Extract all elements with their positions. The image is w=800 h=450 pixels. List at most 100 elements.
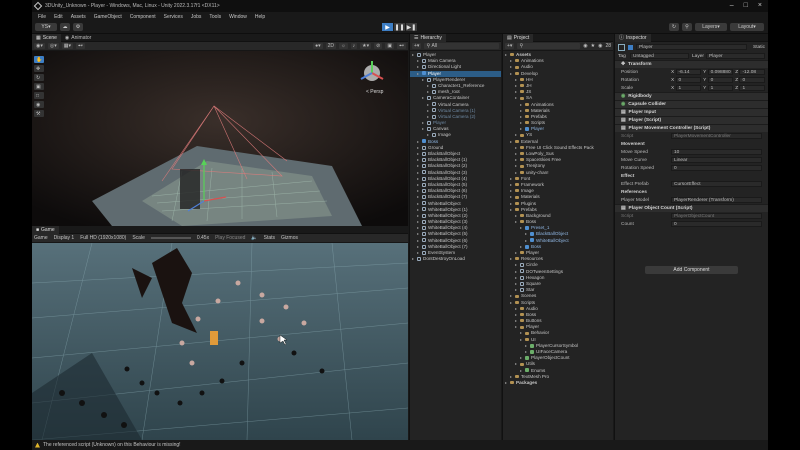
project-search[interactable]: ⚲	[517, 43, 581, 49]
add-component-button[interactable]: Add Component	[645, 266, 738, 274]
layers-dropdown[interactable]: Layers ▾	[695, 23, 727, 31]
folder-icon	[520, 164, 524, 168]
scale-tool-icon[interactable]: ▣	[34, 83, 44, 90]
capsule-collider-header[interactable]: ◉ Capsule Collider	[615, 100, 768, 108]
gizmos-button[interactable]: Gizmos	[281, 235, 298, 241]
menu-assets[interactable]: Assets	[71, 14, 86, 20]
player-model-field[interactable]: PlayerRenderer (Transform)	[671, 197, 762, 203]
close-icon[interactable]: ×	[758, 2, 762, 9]
tag-dropdown[interactable]: Untagged	[630, 53, 689, 59]
object-name-field[interactable]: Player	[636, 44, 747, 50]
minimize-icon[interactable]: –	[730, 2, 734, 9]
player-input-header[interactable]: ▤ Player Input	[615, 108, 768, 116]
tab-project[interactable]: ▤ Project	[503, 34, 534, 42]
rigidbody-header[interactable]: ◉ Rigidbody	[615, 92, 768, 100]
position-x[interactable]: -6.14	[675, 69, 702, 75]
play-button[interactable]: ▶	[382, 23, 393, 31]
menu-edit[interactable]: Edit	[54, 14, 63, 20]
resolution-dropdown[interactable]: Full HD (1920x1080)	[80, 235, 126, 241]
layout-dropdown[interactable]: Layout ▾	[730, 23, 764, 31]
2d-toggle[interactable]: 2D	[325, 43, 337, 49]
scale-y[interactable]: 1	[707, 85, 734, 91]
display-dropdown[interactable]: Display 1	[54, 235, 75, 241]
scale-slider[interactable]	[150, 237, 191, 239]
pause-button[interactable]: ❚❚	[394, 23, 405, 31]
project-item-label: SA	[526, 95, 533, 101]
project-create-button[interactable]: +▾	[505, 43, 515, 49]
tab-scene[interactable]: ▦ Scene	[32, 34, 61, 42]
menu-help[interactable]: Help	[255, 14, 265, 20]
scale-z[interactable]: 1	[739, 85, 765, 91]
view-tool-icon[interactable]: ✋	[34, 56, 44, 63]
tab-animator[interactable]: ◉ Animator	[61, 34, 95, 42]
gameobject-icon	[432, 102, 436, 107]
menu-tools[interactable]: Tools	[209, 14, 221, 20]
move-curve-dropdown[interactable]: Linear	[671, 157, 762, 163]
menu-component[interactable]: Component	[130, 14, 156, 20]
collab-icon[interactable]: ⚙	[73, 23, 83, 31]
rotation-x[interactable]: 0	[675, 77, 702, 83]
scene-viewport[interactable]: < Persp	[32, 51, 408, 226]
custom-tool-icon[interactable]: ⚒	[34, 110, 44, 117]
scene-camera-icon[interactable]: ▣	[385, 43, 395, 49]
game-mode-dropdown[interactable]: Game	[34, 235, 48, 241]
draw-mode-dropdown[interactable]: ●▾	[313, 43, 323, 49]
movement-controller-header[interactable]: ▤ Player Movement Controller (Script)	[615, 124, 768, 132]
player-object-count-header[interactable]: ▤ Player Object Count (Script)	[615, 204, 768, 212]
menu-services[interactable]: Services	[164, 14, 183, 20]
transform-tool-icon[interactable]: ◉	[34, 101, 44, 108]
effects-dropdown[interactable]: ★▾	[360, 43, 372, 49]
persp-label[interactable]: < Persp	[366, 89, 384, 95]
static-toggle[interactable]: Static	[753, 45, 765, 50]
hidden-objects-toggle[interactable]: ⊘	[374, 43, 383, 49]
tab-game[interactable]: ■ Game	[32, 226, 59, 234]
grid-snap-button[interactable]: ▦▾	[61, 43, 73, 49]
gizmos-toggle[interactable]: ⌖▾	[397, 43, 406, 49]
count-field[interactable]: 0	[671, 221, 762, 227]
star-icon[interactable]: ★	[591, 43, 595, 49]
hierarchy-item[interactable]: ▸ DontDestroyOnLoad	[410, 256, 501, 262]
player-script-header[interactable]: ▤ Player (Script)	[615, 116, 768, 124]
menu-gameobject[interactable]: GameObject	[94, 14, 122, 20]
cloud-icon[interactable]: ☁	[60, 23, 70, 31]
scale-x[interactable]: 1	[675, 85, 702, 91]
move-tool-icon[interactable]: ✥	[34, 65, 44, 72]
layer-dropdown[interactable]: Player	[706, 53, 765, 59]
position-z[interactable]: -12.08	[739, 69, 765, 75]
hierarchy-search[interactable]: ⚲ All	[424, 43, 499, 49]
global-dropdown[interactable]: ◎▾	[47, 43, 59, 49]
rect-tool-icon[interactable]: □	[34, 92, 44, 99]
tab-inspector[interactable]: ⓘ Inspector	[615, 34, 651, 42]
transform-header[interactable]: ✥ Transform	[615, 60, 768, 68]
rotation-z[interactable]: 0	[739, 77, 765, 83]
menu-jobs[interactable]: Jobs	[191, 14, 202, 20]
stats-button[interactable]: Stats	[264, 235, 275, 241]
pivot-dropdown[interactable]: ◉▾	[34, 43, 45, 49]
rotation-y[interactable]: 0	[707, 77, 734, 83]
snap-increment-button[interactable]: ⌖▾	[75, 43, 85, 49]
history-icon[interactable]: ↻	[669, 23, 679, 31]
lighting-toggle[interactable]: ☼	[339, 43, 348, 49]
create-button[interactable]: +▾	[412, 43, 422, 49]
play-focused-dropdown[interactable]: Play Focused	[215, 235, 245, 241]
project-item[interactable]: ▸ Packages	[503, 380, 613, 386]
rotate-tool-icon[interactable]: ↻	[34, 74, 44, 81]
mute-audio-icon[interactable]: 🔈	[251, 235, 257, 241]
eye-icon[interactable]: ◉	[598, 43, 602, 49]
position-y[interactable]: 0.098880	[707, 69, 734, 75]
menu-file[interactable]: File	[38, 14, 46, 20]
tab-hierarchy[interactable]: ☰ Hierarchy	[410, 34, 446, 42]
move-speed-field[interactable]: 10	[671, 149, 762, 155]
search-icon[interactable]: ⚲	[682, 23, 692, 31]
filter-icon[interactable]: ◉	[583, 43, 587, 49]
status-message[interactable]: The referenced script (Unknown) on this …	[43, 442, 181, 448]
maximize-icon[interactable]: □	[744, 2, 748, 9]
audio-toggle[interactable]: ♪	[350, 43, 358, 49]
game-viewport[interactable]	[32, 243, 408, 440]
menu-window[interactable]: Window	[229, 14, 247, 20]
active-checkbox[interactable]	[628, 44, 633, 50]
rotation-speed-field[interactable]: 0	[671, 165, 762, 171]
step-button[interactable]: ▶❚	[406, 23, 417, 31]
effect-prefab-field[interactable]: CursorEffect	[671, 181, 762, 187]
account-button[interactable]: YS ▾	[35, 23, 57, 31]
